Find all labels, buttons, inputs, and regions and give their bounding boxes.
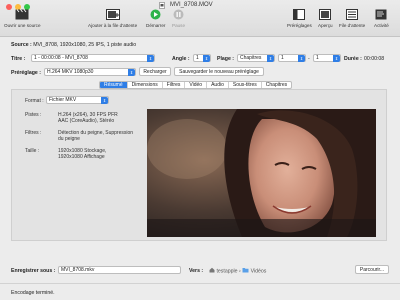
size-display: 1920x1080 Affichage bbox=[58, 154, 105, 161]
chevron-updown-icon: ⇕ bbox=[333, 55, 340, 62]
tracks-audio: AAC (CoreAudio), Stéréo bbox=[58, 118, 115, 125]
preview-label: Aperçu bbox=[318, 23, 333, 28]
film-clapper-icon bbox=[4, 9, 41, 21]
tab-summary[interactable]: Résumé bbox=[100, 82, 128, 88]
range-start-select[interactable]: 1 ⇕ bbox=[278, 54, 306, 62]
preview-icon bbox=[318, 9, 333, 21]
preview-image bbox=[147, 109, 376, 237]
activity-label: Activité bbox=[374, 23, 389, 28]
tracks-value: H.264 (x264), 30 FPS PFR AAC (CoreAudio)… bbox=[58, 112, 118, 124]
chevron-updown-icon: ⇕ bbox=[101, 97, 108, 104]
tab-video[interactable]: Vidéo bbox=[185, 82, 208, 88]
tab-audio[interactable]: Audio bbox=[207, 82, 229, 88]
settings-tabs: Résumé Dimensions Filtres Vidéo Audio So… bbox=[99, 81, 293, 89]
path-separator: › bbox=[238, 268, 241, 275]
presets-label: Préréglages bbox=[287, 23, 312, 28]
activity-icon bbox=[374, 9, 389, 21]
add-to-queue-icon bbox=[88, 9, 137, 21]
size-value: 1920x1080 Stockage, 1920x1080 Affichage bbox=[58, 148, 106, 160]
presets-button[interactable]: Préréglages bbox=[287, 9, 312, 28]
title-select-value: 1 - 00:00:08 - MVI_8708 bbox=[34, 55, 88, 61]
pause-label: Pause bbox=[172, 23, 186, 28]
angle-select[interactable]: 1 ⇕ bbox=[193, 54, 211, 62]
range-end-value: 1 bbox=[316, 55, 319, 61]
preview-photo bbox=[147, 109, 376, 237]
path-user: testapple bbox=[216, 268, 238, 275]
source-label: Source : bbox=[11, 42, 32, 48]
duration-label: Durée : bbox=[344, 56, 362, 62]
duration-value: 00:00:08 bbox=[364, 56, 385, 62]
start-label: Démarrer bbox=[146, 23, 166, 28]
range-end-select[interactable]: 1 ⇕ bbox=[313, 54, 341, 62]
range-separator: - bbox=[308, 56, 310, 62]
filters-label: Filtres : bbox=[25, 130, 42, 136]
queue-icon bbox=[339, 9, 365, 21]
chevron-updown-icon: ⇕ bbox=[147, 55, 154, 62]
destination-label: Vers : bbox=[189, 268, 204, 274]
chevron-updown-icon: ⇕ bbox=[298, 55, 305, 62]
range-label: Plage : bbox=[217, 56, 235, 62]
save-as-label: Enregistrer sous : bbox=[11, 268, 56, 274]
presets-icon bbox=[287, 9, 312, 21]
angle-select-value: 1 bbox=[196, 55, 199, 61]
preset-label: Préréglage : bbox=[11, 70, 41, 76]
add-to-queue-button[interactable]: Ajouter à la file d'attente bbox=[88, 9, 137, 28]
folder-icon bbox=[242, 267, 249, 275]
pause-icon bbox=[172, 9, 185, 21]
toolbar: MVI_8708.MOV Ouvrir une source Ajouter à… bbox=[0, 0, 400, 37]
filters-line-2: du peigne bbox=[58, 136, 80, 143]
chevron-updown-icon: ⇕ bbox=[203, 55, 210, 62]
tab-dimensions[interactable]: Dimensions bbox=[128, 82, 163, 88]
tab-chapters[interactable]: Chapitres bbox=[262, 82, 291, 88]
status-bar: Encodage terminé. bbox=[0, 283, 400, 300]
save-new-preset-button[interactable]: Sauvegarder le nouveau préréglage bbox=[174, 67, 264, 76]
queue-label: File d'attente bbox=[339, 23, 366, 28]
handbrake-window: MVI_8708.MOV Ouvrir une source Ajouter à… bbox=[0, 0, 400, 300]
activity-button[interactable]: Activité bbox=[374, 9, 389, 28]
source-value: MVI_8708, 1920x1080, 25 IPS, 1 piste aud… bbox=[33, 42, 137, 48]
size-label: Taille : bbox=[25, 148, 40, 154]
play-icon bbox=[146, 9, 165, 21]
chevron-updown-icon: ⇕ bbox=[128, 69, 135, 76]
start-button[interactable]: Démarrer bbox=[146, 9, 165, 28]
chevron-updown-icon: ⇕ bbox=[267, 55, 274, 62]
status-text: Encodage terminé. bbox=[11, 290, 55, 296]
format-select[interactable]: Fichier MKV ⇕ bbox=[46, 96, 109, 104]
format-label: Format : bbox=[25, 98, 44, 104]
angle-label: Angle : bbox=[172, 56, 190, 62]
filename-input[interactable]: MVI_8708.mkv bbox=[58, 266, 181, 274]
tab-filters[interactable]: Filtres bbox=[163, 82, 186, 88]
preset-select[interactable]: H.264 MKV 1080p30 ⇕ bbox=[44, 68, 136, 76]
preview-button[interactable]: Aperçu bbox=[318, 9, 333, 28]
window-title: MVI_8708.MOV bbox=[170, 2, 213, 8]
range-start-value: 1 bbox=[281, 55, 284, 61]
open-source-button[interactable]: Ouvrir une source bbox=[4, 9, 41, 28]
preset-select-value: H.264 MKV 1080p30 bbox=[47, 69, 94, 75]
destination-path[interactable]: testapple › Vidéos bbox=[209, 267, 266, 275]
format-select-value: Fichier MKV bbox=[49, 97, 77, 103]
reload-preset-button[interactable]: Recharger bbox=[139, 67, 171, 76]
open-source-label: Ouvrir une source bbox=[4, 23, 41, 28]
source-row: Source : MVI_8708, 1920x1080, 25 IPS, 1 … bbox=[11, 42, 136, 48]
tab-subtitles[interactable]: Sous-titres bbox=[229, 82, 262, 88]
browse-button[interactable]: Parcourir... bbox=[355, 265, 389, 274]
range-type-select[interactable]: Chapitres ⇕ bbox=[237, 54, 275, 62]
path-folder: Vidéos bbox=[250, 268, 267, 275]
pause-button[interactable]: Pause bbox=[172, 9, 185, 28]
title-label: Titre : bbox=[11, 56, 26, 62]
user-home-icon bbox=[209, 267, 215, 275]
title-select[interactable]: 1 - 00:00:08 - MVI_8708 ⇕ bbox=[31, 54, 155, 62]
add-to-queue-label: Ajouter à la file d'attente bbox=[88, 23, 138, 28]
range-type-value: Chapitres bbox=[240, 55, 262, 61]
tracks-label: Pistes : bbox=[25, 112, 42, 118]
filters-value: Détection du peigne, Suppression du peig… bbox=[58, 130, 133, 142]
queue-button[interactable]: File d'attente bbox=[339, 9, 365, 28]
